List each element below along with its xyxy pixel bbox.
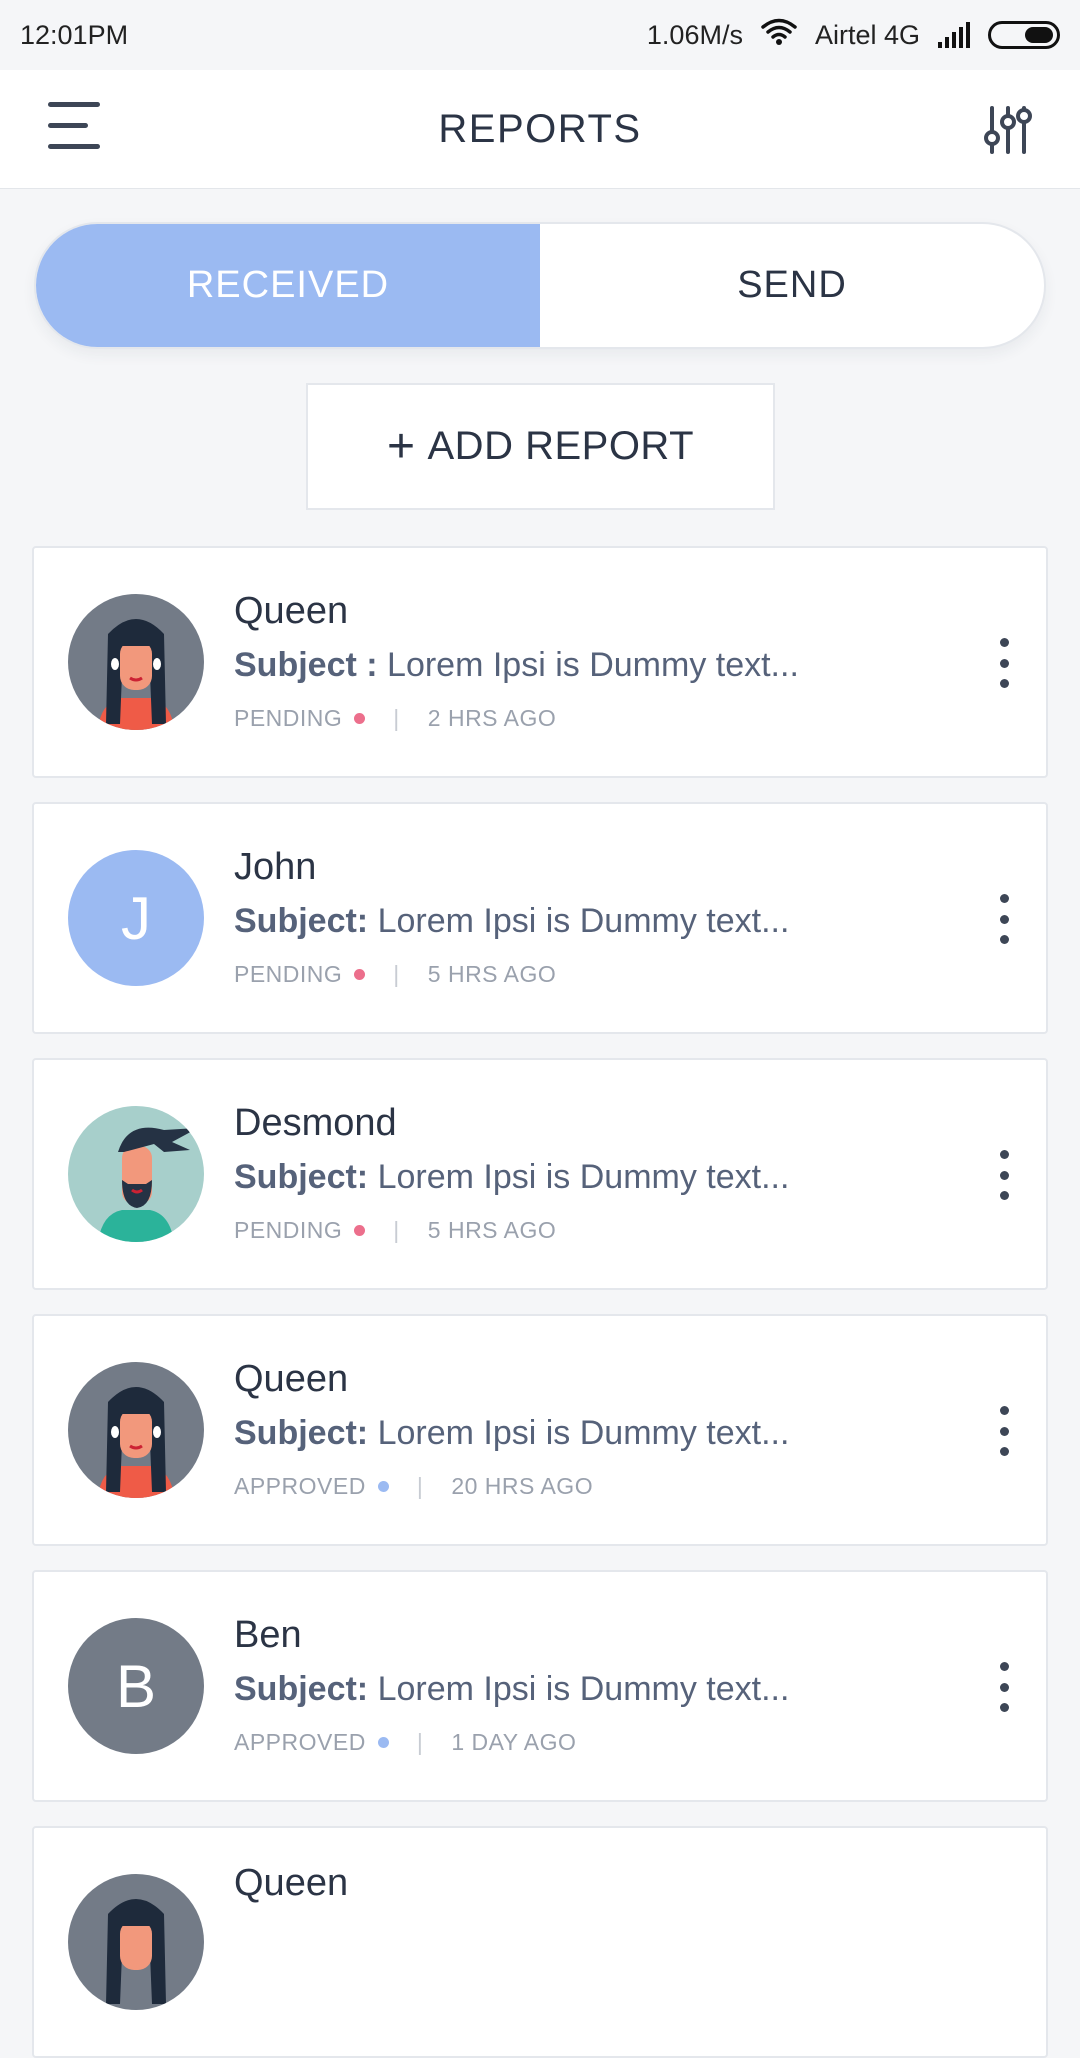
network-speed: 1.06M/s (646, 19, 743, 50)
meta-divider: | (393, 961, 400, 987)
carrier-name: Airtel 4G (814, 19, 920, 50)
subject-label: Subject: (234, 1414, 369, 1452)
add-report-button[interactable]: + ADD REPORT (306, 383, 775, 510)
battery-icon (988, 21, 1060, 49)
status-label: PENDING (234, 1217, 343, 1243)
meta-divider: | (416, 1729, 424, 1755)
tab-send[interactable]: SEND (540, 224, 1044, 347)
report-sender-name: Queen (234, 1862, 349, 1904)
more-options-icon[interactable] (992, 1406, 1016, 1456)
filter-sliders-icon[interactable] (984, 104, 1032, 156)
subject-label: Subject: (234, 1670, 369, 1708)
subject-text: Lorem Ipsi is Dummy text... (387, 646, 799, 684)
meta-divider: | (416, 1473, 424, 1499)
avatar-woman-icon (68, 1874, 204, 2010)
status-label: APPROVED (234, 1729, 366, 1755)
report-sender-name: John (234, 846, 317, 888)
subject-label: Subject: (234, 902, 369, 940)
report-time: 5 HRS AGO (427, 1217, 557, 1243)
page-title: REPORTS (438, 106, 642, 151)
report-card[interactable]: Queen Subject : Lorem Ipsi is Dummy text… (32, 546, 1048, 778)
report-tabs: RECEIVED SEND (34, 222, 1046, 349)
approved-dot-icon (377, 1481, 389, 1492)
status-bar: 12:01PM 1.06M/s Airtel 4G (0, 0, 1080, 70)
wifi-icon (761, 18, 797, 53)
subject-text: Lorem Ipsi is Dummy text... (377, 1158, 790, 1196)
report-card[interactable]: J John Subject: Lorem Ipsi is Dummy text… (32, 802, 1048, 1034)
report-time: 2 HRS AGO (427, 705, 557, 731)
add-report-label: ADD REPORT (427, 424, 695, 468)
subject-text: Lorem Ipsi is Dummy text... (377, 1670, 790, 1708)
avatar-initial: J (68, 850, 204, 986)
report-time: 1 DAY AGO (451, 1729, 577, 1755)
report-subject: Subject: Lorem Ipsi is Dummy text... (234, 1414, 789, 1453)
report-subject: Subject : Lorem Ipsi is Dummy text... (234, 646, 799, 685)
report-meta: PENDING | 2 HRS AGO (234, 705, 556, 732)
report-subject: Subject: Lorem Ipsi is Dummy text... (234, 902, 789, 941)
report-sender-name: Desmond (234, 1102, 397, 1144)
report-meta: PENDING | 5 HRS AGO (234, 1217, 556, 1244)
pending-dot-icon (354, 969, 366, 980)
avatar-woman-icon (68, 594, 204, 730)
avatar-woman-icon (68, 1362, 204, 1498)
status-label: APPROVED (234, 1473, 366, 1499)
meta-divider: | (393, 1217, 400, 1243)
report-sender-name: Queen (234, 1358, 349, 1400)
report-card[interactable]: B Ben Subject: Lorem Ipsi is Dummy text.… (32, 1570, 1048, 1802)
subject-text: Lorem Ipsi is Dummy text... (377, 1414, 790, 1452)
signal-icon (938, 22, 970, 48)
more-options-icon[interactable] (992, 1150, 1016, 1200)
tab-received[interactable]: RECEIVED (36, 224, 540, 347)
report-card[interactable]: Queen (32, 1826, 1048, 2058)
report-meta: APPROVED | 20 HRS AGO (234, 1473, 593, 1500)
more-options-icon[interactable] (992, 1662, 1016, 1712)
app-bar: REPORTS (0, 70, 1080, 189)
status-time: 12:01PM (20, 19, 129, 50)
report-card[interactable]: Queen Subject: Lorem Ipsi is Dummy text.… (32, 1314, 1048, 1546)
report-meta: PENDING | 5 HRS AGO (234, 961, 556, 988)
pending-dot-icon (354, 713, 366, 724)
report-subject: Subject: Lorem Ipsi is Dummy text... (234, 1158, 789, 1197)
pending-dot-icon (354, 1225, 366, 1236)
subject-label: Subject : (234, 646, 378, 684)
avatar-man-icon (68, 1106, 204, 1242)
report-sender-name: Queen (234, 590, 349, 632)
approved-dot-icon (377, 1737, 389, 1748)
status-label: PENDING (234, 705, 343, 731)
avatar-initial: B (68, 1618, 204, 1754)
meta-divider: | (393, 705, 400, 731)
report-card[interactable]: Desmond Subject: Lorem Ipsi is Dummy tex… (32, 1058, 1048, 1290)
more-options-icon[interactable] (992, 894, 1016, 944)
report-subject: Subject: Lorem Ipsi is Dummy text... (234, 1670, 789, 1709)
hamburger-menu-icon[interactable] (48, 102, 102, 150)
report-sender-name: Ben (234, 1614, 302, 1656)
report-meta: APPROVED | 1 DAY AGO (234, 1729, 576, 1756)
subject-text: Lorem Ipsi is Dummy text... (377, 902, 790, 940)
plus-icon: + (386, 419, 416, 473)
more-options-icon[interactable] (992, 638, 1016, 688)
status-label: PENDING (234, 961, 343, 987)
subject-label: Subject: (234, 1158, 369, 1196)
report-time: 5 HRS AGO (427, 961, 557, 987)
status-right: 1.06M/s Airtel 4G (647, 18, 1060, 53)
report-time: 20 HRS AGO (451, 1473, 594, 1499)
